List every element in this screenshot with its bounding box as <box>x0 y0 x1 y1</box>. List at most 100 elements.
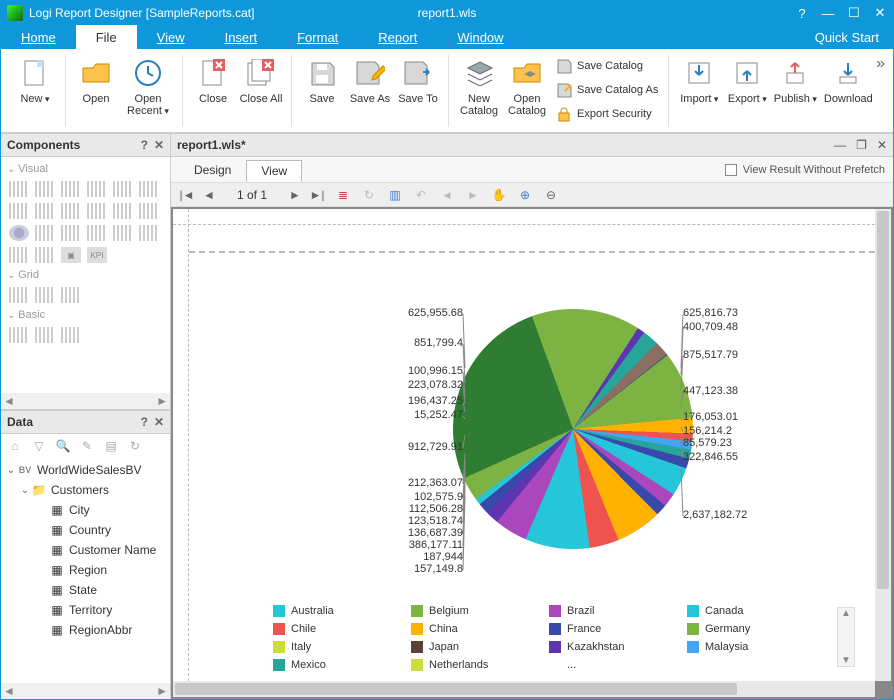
zoom-in-icon[interactable]: ⊕ <box>517 187 533 203</box>
close-button[interactable]: ✕ <box>867 1 893 25</box>
tree-root[interactable]: ⌄BVWorldWideSalesBV <box>1 460 170 480</box>
menu-window[interactable]: Window <box>437 25 523 49</box>
tree-field[interactable]: ▦Country <box>1 520 170 540</box>
new-catalog-button[interactable]: New Catalog <box>455 53 503 127</box>
palette-item[interactable] <box>139 225 159 241</box>
palette-item[interactable] <box>35 287 55 303</box>
tree-field[interactable]: ▦Customer Name <box>1 540 170 560</box>
palette-item[interactable] <box>113 225 133 241</box>
refresh-icon[interactable]: ↻ <box>361 187 377 203</box>
menu-insert[interactable]: Insert <box>205 25 278 49</box>
palette-kpi-label[interactable]: KPI <box>87 247 107 263</box>
zoom-out-icon[interactable]: ⊖ <box>543 187 559 203</box>
save-as-button[interactable]: Save As <box>346 53 394 127</box>
palette-item[interactable] <box>35 181 55 197</box>
palette-item[interactable] <box>9 247 29 263</box>
prefetch-checkbox[interactable] <box>725 164 737 176</box>
data-search-icon[interactable]: 🔍 <box>55 438 71 454</box>
mdi-minimize-icon[interactable]: — <box>834 138 846 152</box>
palette-item[interactable] <box>35 225 55 241</box>
section-basic[interactable]: Basic <box>3 307 168 323</box>
tab-design[interactable]: Design <box>179 159 246 181</box>
open-recent-button[interactable]: Open Recent <box>120 53 176 127</box>
tree-field[interactable]: ▦RegionAbbr <box>1 620 170 640</box>
palette-item[interactable] <box>9 287 29 303</box>
palette-item[interactable] <box>87 181 107 197</box>
section-grid[interactable]: Grid <box>3 267 168 283</box>
last-page-icon[interactable]: ►| <box>309 187 325 203</box>
data-sheet-icon[interactable]: ▤ <box>103 438 119 454</box>
palette-item[interactable] <box>87 225 107 241</box>
palette-item[interactable] <box>139 203 159 219</box>
tree-field[interactable]: ▦Territory <box>1 600 170 620</box>
download-button[interactable]: Download <box>819 53 877 127</box>
palette-item[interactable] <box>61 225 81 241</box>
components-hscroll[interactable]: ◄► <box>1 393 170 409</box>
palette-item[interactable] <box>9 203 29 219</box>
import-button[interactable]: Import <box>675 53 723 127</box>
palette-item[interactable] <box>61 327 81 343</box>
data-refresh-icon[interactable]: ↻ <box>127 438 143 454</box>
panel-close-icon[interactable]: ✕ <box>154 138 164 152</box>
close-file-button[interactable]: Close <box>189 53 237 127</box>
palette-item[interactable] <box>61 181 81 197</box>
data-filter-icon[interactable]: ▽ <box>31 438 47 454</box>
palette-kpi-icon[interactable]: ▣ <box>61 247 81 263</box>
open-catalog-button[interactable]: Open Catalog <box>503 53 551 127</box>
palette-item[interactable] <box>113 203 133 219</box>
legend-scroll[interactable]: ▲▼ <box>837 607 855 667</box>
section-visual[interactable]: Visual <box>3 161 168 177</box>
pan-icon[interactable]: ✋ <box>491 187 507 203</box>
legend-down-icon[interactable]: ▼ <box>841 655 851 666</box>
palette-item[interactable] <box>139 181 159 197</box>
panel-close-icon[interactable]: ✕ <box>154 415 164 429</box>
panel-help-icon[interactable]: ? <box>141 415 148 429</box>
prev-page-icon[interactable]: ◄ <box>201 187 217 203</box>
menu-format[interactable]: Format <box>277 25 358 49</box>
toc-icon[interactable]: ≣ <box>335 187 351 203</box>
mdi-close-icon[interactable]: ✕ <box>877 138 887 152</box>
forward-icon[interactable]: ► <box>465 187 481 203</box>
data-hscroll[interactable]: ◄► <box>1 683 170 699</box>
tree-field[interactable]: ▦City <box>1 500 170 520</box>
panel-help-icon[interactable]: ? <box>141 138 148 152</box>
palette-item[interactable] <box>61 287 81 303</box>
canvas-vscroll[interactable] <box>875 209 891 681</box>
legend-up-icon[interactable]: ▲ <box>841 608 851 619</box>
save-catalog-button[interactable]: Save Catalog <box>555 55 658 77</box>
palette-pie-icon[interactable] <box>9 225 29 241</box>
save-button[interactable]: Save <box>298 53 346 127</box>
close-all-button[interactable]: Close All <box>237 53 285 127</box>
palette-item[interactable] <box>9 327 29 343</box>
palette-item[interactable] <box>9 181 29 197</box>
open-button[interactable]: Open <box>72 53 120 127</box>
palette-item[interactable] <box>87 203 107 219</box>
canvas-hscroll[interactable] <box>173 681 875 697</box>
menu-quick-start[interactable]: Quick Start <box>801 25 893 49</box>
back-icon[interactable]: ◄ <box>439 187 455 203</box>
mdi-restore-icon[interactable]: ❐ <box>856 138 867 152</box>
maximize-button[interactable]: ☐ <box>841 1 867 25</box>
data-home-icon[interactable]: ⌂ <box>7 438 23 454</box>
help-button[interactable]: ? <box>789 1 815 25</box>
palette-item[interactable] <box>35 327 55 343</box>
undo-nav-icon[interactable]: ↶ <box>413 187 429 203</box>
document-tab[interactable]: report1.wls* <box>177 138 246 152</box>
first-page-icon[interactable]: |◄ <box>179 187 195 203</box>
tree-field[interactable]: ▦State <box>1 580 170 600</box>
palette-item[interactable] <box>35 203 55 219</box>
ribbon-overflow-icon[interactable]: » <box>876 55 885 73</box>
tree-customers[interactable]: ⌄📁Customers <box>1 480 170 500</box>
menu-home[interactable]: Home <box>1 25 76 49</box>
bookmark-icon[interactable]: ▥ <box>387 187 403 203</box>
palette-item[interactable] <box>35 247 55 263</box>
data-edit-icon[interactable]: ✎ <box>79 438 95 454</box>
publish-button[interactable]: Publish <box>771 53 819 127</box>
next-page-icon[interactable]: ► <box>287 187 303 203</box>
new-button[interactable]: New <box>11 53 59 127</box>
export-security-button[interactable]: Export Security <box>555 103 658 125</box>
tab-view[interactable]: View <box>246 160 302 182</box>
menu-report[interactable]: Report <box>358 25 437 49</box>
menu-view[interactable]: View <box>137 25 205 49</box>
minimize-button[interactable]: — <box>815 1 841 25</box>
